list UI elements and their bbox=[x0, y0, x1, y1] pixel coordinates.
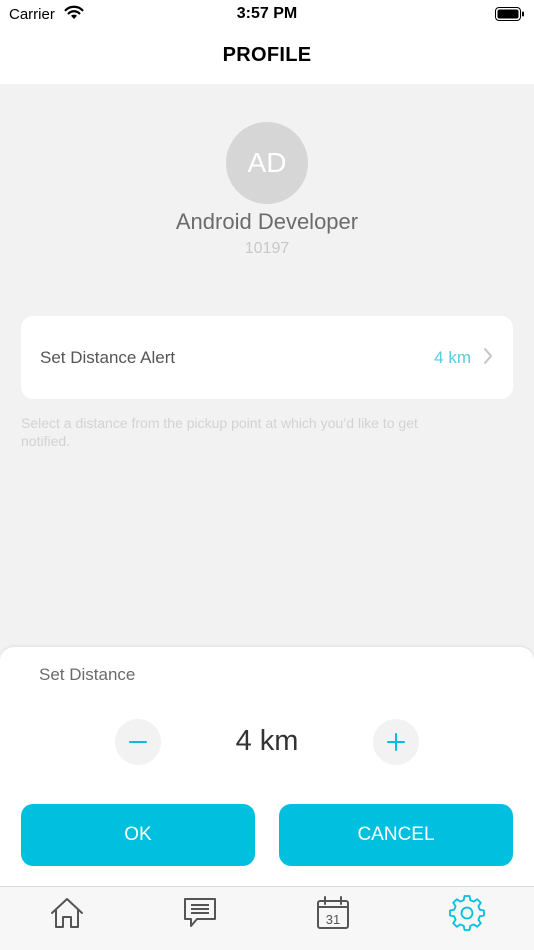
sheet-title: Set Distance bbox=[39, 665, 136, 684]
avatar: AD bbox=[226, 122, 308, 204]
calendar-icon: 31 bbox=[317, 896, 349, 929]
distance-alert-row[interactable]: Set Distance Alert 4 km bbox=[21, 316, 513, 399]
distance-alert-value: 4 km bbox=[434, 348, 471, 367]
page-title: PROFILE bbox=[222, 44, 312, 66]
home-icon bbox=[51, 898, 83, 928]
tab-bar: 31 bbox=[0, 886, 534, 950]
chevron-right-icon bbox=[483, 347, 493, 370]
nav-bar: PROFILE bbox=[0, 30, 534, 84]
calendar-day-label: 31 bbox=[326, 912, 340, 927]
tab-settings[interactable] bbox=[447, 893, 487, 933]
cancel-button[interactable]: CANCEL bbox=[279, 804, 513, 866]
distance-alert-hint: Select a distance from the pickup point … bbox=[21, 415, 418, 449]
tab-calendar[interactable]: 31 bbox=[313, 893, 353, 933]
distance-value: 4 km bbox=[235, 725, 299, 757]
status-bar: Carrier 3:57 PM bbox=[0, 0, 534, 30]
plus-icon bbox=[387, 733, 405, 751]
gear-icon bbox=[449, 895, 485, 931]
user-id: 10197 bbox=[244, 240, 290, 257]
chat-icon bbox=[184, 898, 216, 927]
battery-icon bbox=[495, 7, 525, 26]
tab-home[interactable] bbox=[47, 893, 87, 933]
ok-button[interactable]: OK bbox=[21, 804, 255, 866]
status-time: 3:57 PM bbox=[236, 5, 298, 22]
tab-messages[interactable] bbox=[180, 893, 220, 933]
increase-distance-button[interactable] bbox=[373, 719, 419, 765]
avatar-initials: AD bbox=[247, 147, 287, 178]
user-name: Android Developer bbox=[175, 209, 359, 234]
distance-alert-label: Set Distance Alert bbox=[40, 348, 176, 367]
